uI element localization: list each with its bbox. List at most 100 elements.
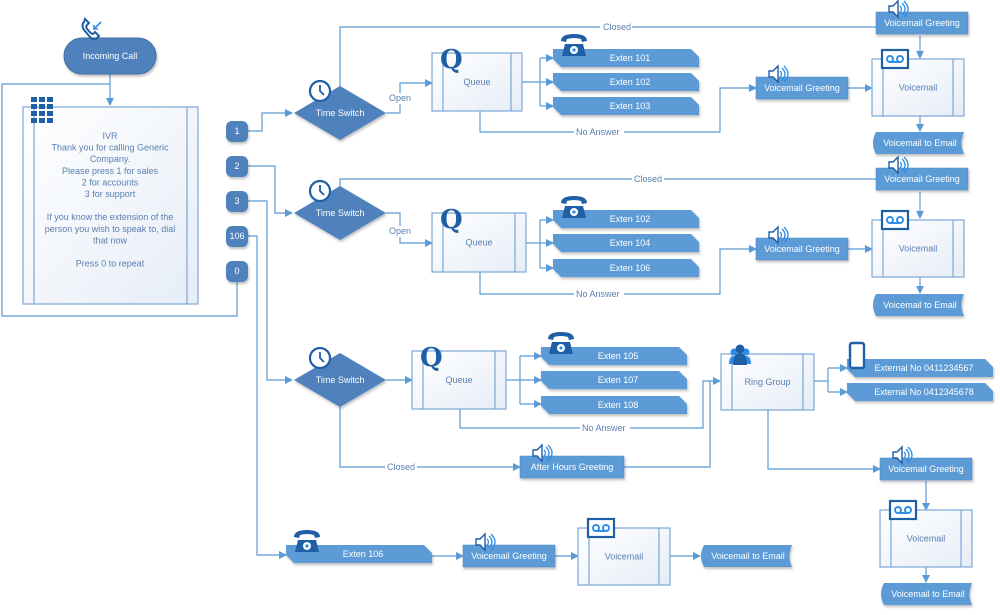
connector-closed	[339, 178, 876, 188]
desk-phone-icon	[294, 530, 320, 552]
queue-q-icon: Q	[440, 45, 463, 75]
label-no-answer: No Answer	[576, 127, 620, 137]
voicemail-to-email-node[interactable]: Voicemail to Email	[873, 132, 964, 154]
extension-label: Exten 101	[610, 53, 651, 63]
extension-exten-107[interactable]: Exten 107	[541, 371, 687, 389]
after-hours-greeting[interactable]: After Hours Greeting	[519, 455, 625, 479]
voicemail-greeting-closed[interactable]: Voicemail Greeting	[875, 167, 969, 191]
desk-phone-icon	[561, 196, 587, 218]
mobile-phone-icon	[848, 341, 866, 370]
option-1[interactable]: 1	[226, 121, 248, 142]
time-switch-label: Time Switch	[316, 208, 365, 218]
ivr-line: Please press 1 for sales	[62, 166, 159, 176]
incoming-call-node[interactable]: Incoming Call	[63, 17, 157, 75]
connector	[248, 200, 293, 384]
extension-exten-104[interactable]: Exten 104	[553, 234, 699, 252]
label-no-answer: No Answer	[582, 423, 626, 433]
voicemail-greeting[interactable]: Voicemail Greeting	[462, 544, 556, 568]
call-flow-diagram: Closed Open No Answer Closed Open No Ans…	[1, 0, 993, 605]
ivr-line: 2 for accounts	[82, 177, 139, 187]
voicemail-greeting-label: Voicemail Greeting	[764, 83, 840, 93]
external-number-2[interactable]: External No 0412345678	[847, 383, 993, 401]
extension-label: Exten 102	[610, 214, 651, 224]
extension-exten-103[interactable]: Exten 103	[553, 97, 699, 115]
label-no-answer: No Answer	[576, 289, 620, 299]
extension-label: Exten 107	[598, 375, 639, 385]
voicemail-greeting[interactable]: Voicemail Greeting	[755, 76, 849, 100]
ivr-options: 1 2 3 106 0	[226, 121, 248, 282]
ivr-line: Thank you for calling Generic	[51, 143, 169, 153]
option-label: 2	[234, 161, 239, 171]
voicemail-to-email-node[interactable]: Voicemail to Email	[701, 545, 792, 567]
voicemail-greeting-label: Voicemail Greeting	[764, 244, 840, 254]
extension-label: Exten 103	[610, 101, 651, 111]
group-icon	[729, 344, 751, 365]
extension-label: Exten 104	[610, 238, 651, 248]
voicemail-icon	[586, 517, 616, 539]
voicemail-to-email-label: Voicemail to Email	[711, 551, 785, 561]
voicemail-greeting[interactable]: Voicemail Greeting	[755, 237, 849, 261]
extension-label: Exten 106	[610, 263, 651, 273]
incoming-call-icon	[81, 17, 102, 41]
queue-q-icon: Q	[420, 343, 443, 373]
voicemail-greeting-closed[interactable]: Voicemail Greeting	[875, 11, 969, 35]
flow-nodes: Time SwitchQueueQ Exten 101Exten 102Exten…	[286, 0, 993, 605]
option-label: 1	[234, 126, 239, 136]
extension-exten-106[interactable]: Exten 106	[553, 259, 699, 277]
connector	[767, 409, 881, 473]
option-2[interactable]: 2	[226, 156, 248, 177]
connector	[248, 109, 293, 132]
voicemail-1-label: Voicemail	[899, 83, 938, 93]
external-number-1[interactable]: External No 0411234567	[847, 359, 993, 377]
time-switch-1[interactable]: Time Switch	[294, 86, 386, 140]
voicemail-icon	[880, 209, 910, 231]
voicemail-to-email-node[interactable]: Voicemail to Email	[881, 583, 972, 605]
ivr-line: person you wish to speak to, dial	[45, 224, 176, 234]
extension-exten-108[interactable]: Exten 108	[541, 396, 687, 414]
voicemail-greeting-label: Voicemail Greeting	[471, 551, 547, 561]
connector-closed	[339, 405, 521, 471]
queue-2-label: Queue	[465, 238, 492, 248]
voicemail-greeting[interactable]: Voicemail Greeting	[879, 457, 973, 481]
option-3[interactable]: 3	[226, 191, 248, 212]
voicemail-4-label: Voicemail	[605, 552, 644, 562]
option-106[interactable]: 106	[226, 226, 248, 247]
voicemail-3-label: Voicemail	[907, 534, 946, 544]
extension-label: Exten 106	[343, 549, 384, 559]
queue-3-label: Queue	[445, 375, 472, 385]
time-switch-2[interactable]: Time Switch	[294, 186, 386, 240]
extension-label: Exten 102	[610, 77, 651, 87]
voicemail-greeting-closed-label: Voicemail Greeting	[884, 18, 960, 28]
option-label: 0	[234, 266, 239, 276]
label-closed: Closed	[603, 22, 631, 32]
voicemail-to-email-node[interactable]: Voicemail to Email	[873, 294, 964, 316]
voicemail-to-email-label: Voicemail to Email	[883, 138, 957, 148]
extension-label: External No 0412345678	[874, 387, 974, 397]
desk-phone-icon	[561, 34, 587, 56]
queue-1-label: Queue	[463, 77, 490, 87]
voicemail-icon	[880, 48, 910, 70]
voicemail-greeting-label: Voicemail Greeting	[888, 464, 964, 474]
ring-group-label: Ring Group	[744, 377, 790, 387]
voicemail-2-label: Voicemail	[899, 244, 938, 254]
queue-q-icon: Q	[440, 205, 463, 235]
extension-exten-102[interactable]: Exten 102	[553, 73, 699, 91]
connector	[624, 381, 711, 468]
extension-label: Exten 105	[598, 351, 639, 361]
time-switch-label: Time Switch	[316, 375, 365, 385]
time-switch-3[interactable]: Time Switch	[294, 353, 386, 407]
clock-icon	[308, 346, 332, 370]
clock-icon	[308, 179, 332, 203]
ivr-line: Press 0 to repeat	[76, 259, 145, 269]
voicemail-to-email-label: Voicemail to Email	[883, 300, 957, 310]
incoming-call-label: Incoming Call	[83, 51, 138, 61]
label-closed: Closed	[387, 462, 415, 472]
desk-phone-icon	[548, 332, 574, 354]
option-0[interactable]: 0	[226, 261, 248, 282]
ivr-node[interactable]: IVR Thank you for calling GenericCompany.…	[22, 97, 199, 305]
ivr-line: 3 for support	[85, 189, 136, 199]
label-open: Open	[389, 93, 411, 103]
label-open: Open	[389, 226, 411, 236]
extension-label: Exten 108	[598, 400, 639, 410]
ivr-line: Company.	[90, 154, 130, 164]
